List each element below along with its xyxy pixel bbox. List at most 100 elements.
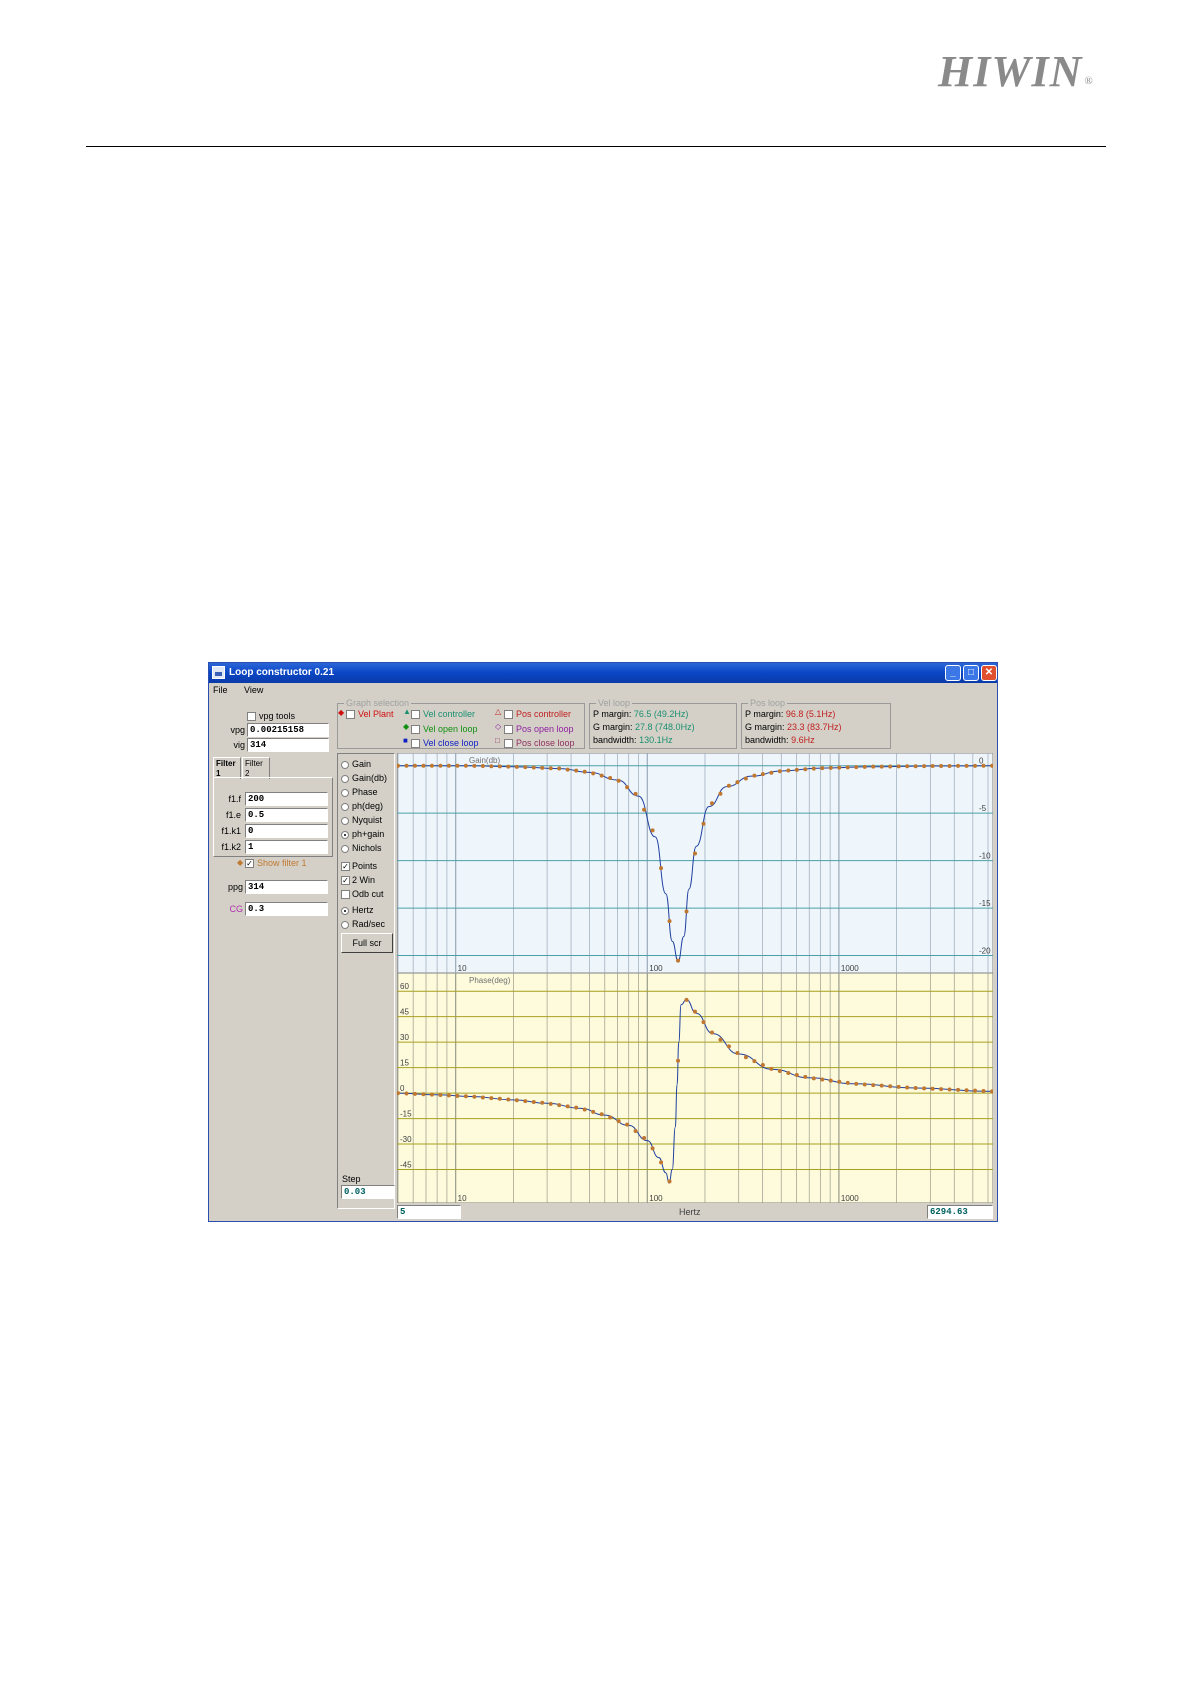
series-point <box>438 1092 443 1097</box>
pos-p-margin-label: P margin: <box>745 709 784 719</box>
menu-file[interactable]: File <box>213 685 228 695</box>
series-point <box>871 1083 876 1088</box>
minimize-button[interactable]: _ <box>945 665 961 681</box>
f1-k2-label: f1.k2 <box>221 842 241 852</box>
series-point <box>794 767 799 772</box>
menu-view[interactable]: View <box>244 685 263 695</box>
vig-input[interactable]: 314 <box>247 738 329 752</box>
full-screen-button[interactable]: Full scr <box>341 933 393 953</box>
series-point <box>803 1074 808 1079</box>
series-point <box>879 764 884 769</box>
vel-open-loop-label: Vel open loop <box>423 724 478 734</box>
series-point <box>557 1103 562 1108</box>
radio-ph-deg[interactable] <box>341 803 349 811</box>
maximize-button[interactable]: □ <box>963 665 979 681</box>
series-point <box>735 1051 740 1056</box>
gain-chart[interactable]: 0-5-10-15-2010 100 1000Gain(db) <box>397 753 993 973</box>
vel-open-loop-checkbox[interactable] <box>411 725 420 734</box>
series-point <box>523 765 528 770</box>
f1-k2-input[interactable]: 1 <box>245 840 328 854</box>
series-point <box>888 764 893 769</box>
vel-controller-checkbox[interactable] <box>411 710 420 719</box>
series-point <box>947 763 952 768</box>
series-point <box>845 1080 850 1085</box>
x-tick-label: 1000 <box>841 1194 859 1203</box>
series-point <box>565 1104 570 1109</box>
y-tick-label: 30 <box>400 1033 409 1042</box>
series-point <box>726 783 731 788</box>
series-point <box>480 764 485 769</box>
vel-close-loop-checkbox[interactable] <box>411 739 420 748</box>
ppg-input[interactable]: 314 <box>245 880 328 894</box>
series-point <box>718 1037 723 1042</box>
series-point <box>752 773 757 778</box>
points-checkbox[interactable]: ✓ <box>341 862 350 871</box>
series-point <box>514 764 519 769</box>
series-point <box>608 1115 613 1120</box>
series-point <box>531 765 536 770</box>
series-point <box>743 776 748 781</box>
series-point <box>582 769 587 774</box>
radio-nyquist[interactable] <box>341 817 349 825</box>
radio-rad-sec[interactable] <box>341 921 349 929</box>
radio-phase-label: Phase <box>352 787 378 797</box>
y-tick-label: 45 <box>400 1008 409 1017</box>
f1-f-input[interactable]: 200 <box>245 792 328 806</box>
pos-open-loop-checkbox[interactable] <box>504 725 513 734</box>
plot-area <box>397 753 993 973</box>
radio-ph-gain[interactable] <box>341 831 349 839</box>
vel-close-loop-label: Vel close loop <box>423 738 479 748</box>
series-point <box>837 1079 842 1084</box>
phase-chart[interactable]: 60 45 30 15 0 -15 -30 -45 10 100 1000 Phase(deg) <box>397 973 993 1203</box>
radio-hertz[interactable] <box>341 907 349 915</box>
vel-bandwidth-label: bandwidth: <box>593 735 637 745</box>
radio-gain[interactable] <box>341 761 349 769</box>
x-tick-label: 10 <box>458 1194 467 1203</box>
tab-filter-1[interactable]: Filter 1 <box>213 757 241 779</box>
series-point <box>625 785 630 790</box>
pos-open-loop-marker-icon: ◇ <box>495 722 502 731</box>
show-filter-checkbox[interactable]: ✓ <box>245 859 254 868</box>
series-point <box>463 763 468 768</box>
min-freq-field[interactable]: 5 <box>397 1205 461 1219</box>
cg-label: CG <box>229 904 244 914</box>
series-point <box>922 1086 927 1091</box>
radio-nichols[interactable] <box>341 845 349 853</box>
radio-gain-db[interactable] <box>341 775 349 783</box>
odb-cut-checkbox[interactable] <box>341 890 350 899</box>
y-tick-label: -10 <box>979 852 991 861</box>
series-point <box>930 1086 935 1091</box>
series-point <box>684 909 689 914</box>
cg-input[interactable]: 0.3 <box>245 902 328 916</box>
vel-plant-checkbox[interactable] <box>346 710 355 719</box>
vpg-tools-checkbox[interactable] <box>247 712 256 721</box>
max-freq-field[interactable]: 6294.63 <box>927 1205 993 1219</box>
radio-phase[interactable] <box>341 789 349 797</box>
header-rule <box>86 146 1106 147</box>
app-icon <box>212 666 225 679</box>
f1-k1-input[interactable]: 0 <box>245 824 328 838</box>
vpg-tools-label: vpg tools <box>259 711 296 721</box>
series-point <box>684 997 689 1002</box>
title-bar[interactable]: Loop constructor 0.21 _ □ ✕ <box>209 663 997 683</box>
close-button[interactable]: ✕ <box>981 665 997 681</box>
step-input[interactable]: 0.03 <box>341 1185 395 1199</box>
vpg-input[interactable]: 0.00215158 <box>247 723 329 737</box>
series-point <box>862 764 867 769</box>
series-point <box>693 851 697 856</box>
series-point <box>693 1009 697 1014</box>
pos-controller-checkbox[interactable] <box>504 710 513 719</box>
two-win-checkbox[interactable]: ✓ <box>341 876 350 885</box>
series-point <box>973 1088 978 1093</box>
series-point <box>446 1093 451 1098</box>
tab-filter-2[interactable]: Filter 2 <box>242 757 270 779</box>
pos-close-loop-checkbox[interactable] <box>504 739 513 748</box>
x-tick-label: 100 <box>649 964 663 973</box>
f1-e-input[interactable]: 0.5 <box>245 808 328 822</box>
series-point <box>429 1092 434 1097</box>
series-point <box>565 767 570 772</box>
series-point <box>735 780 740 785</box>
series-point <box>786 1070 791 1075</box>
vel-g-margin: G margin: 27.8 (748.0Hz) <box>593 721 695 733</box>
series-point <box>531 1099 536 1104</box>
